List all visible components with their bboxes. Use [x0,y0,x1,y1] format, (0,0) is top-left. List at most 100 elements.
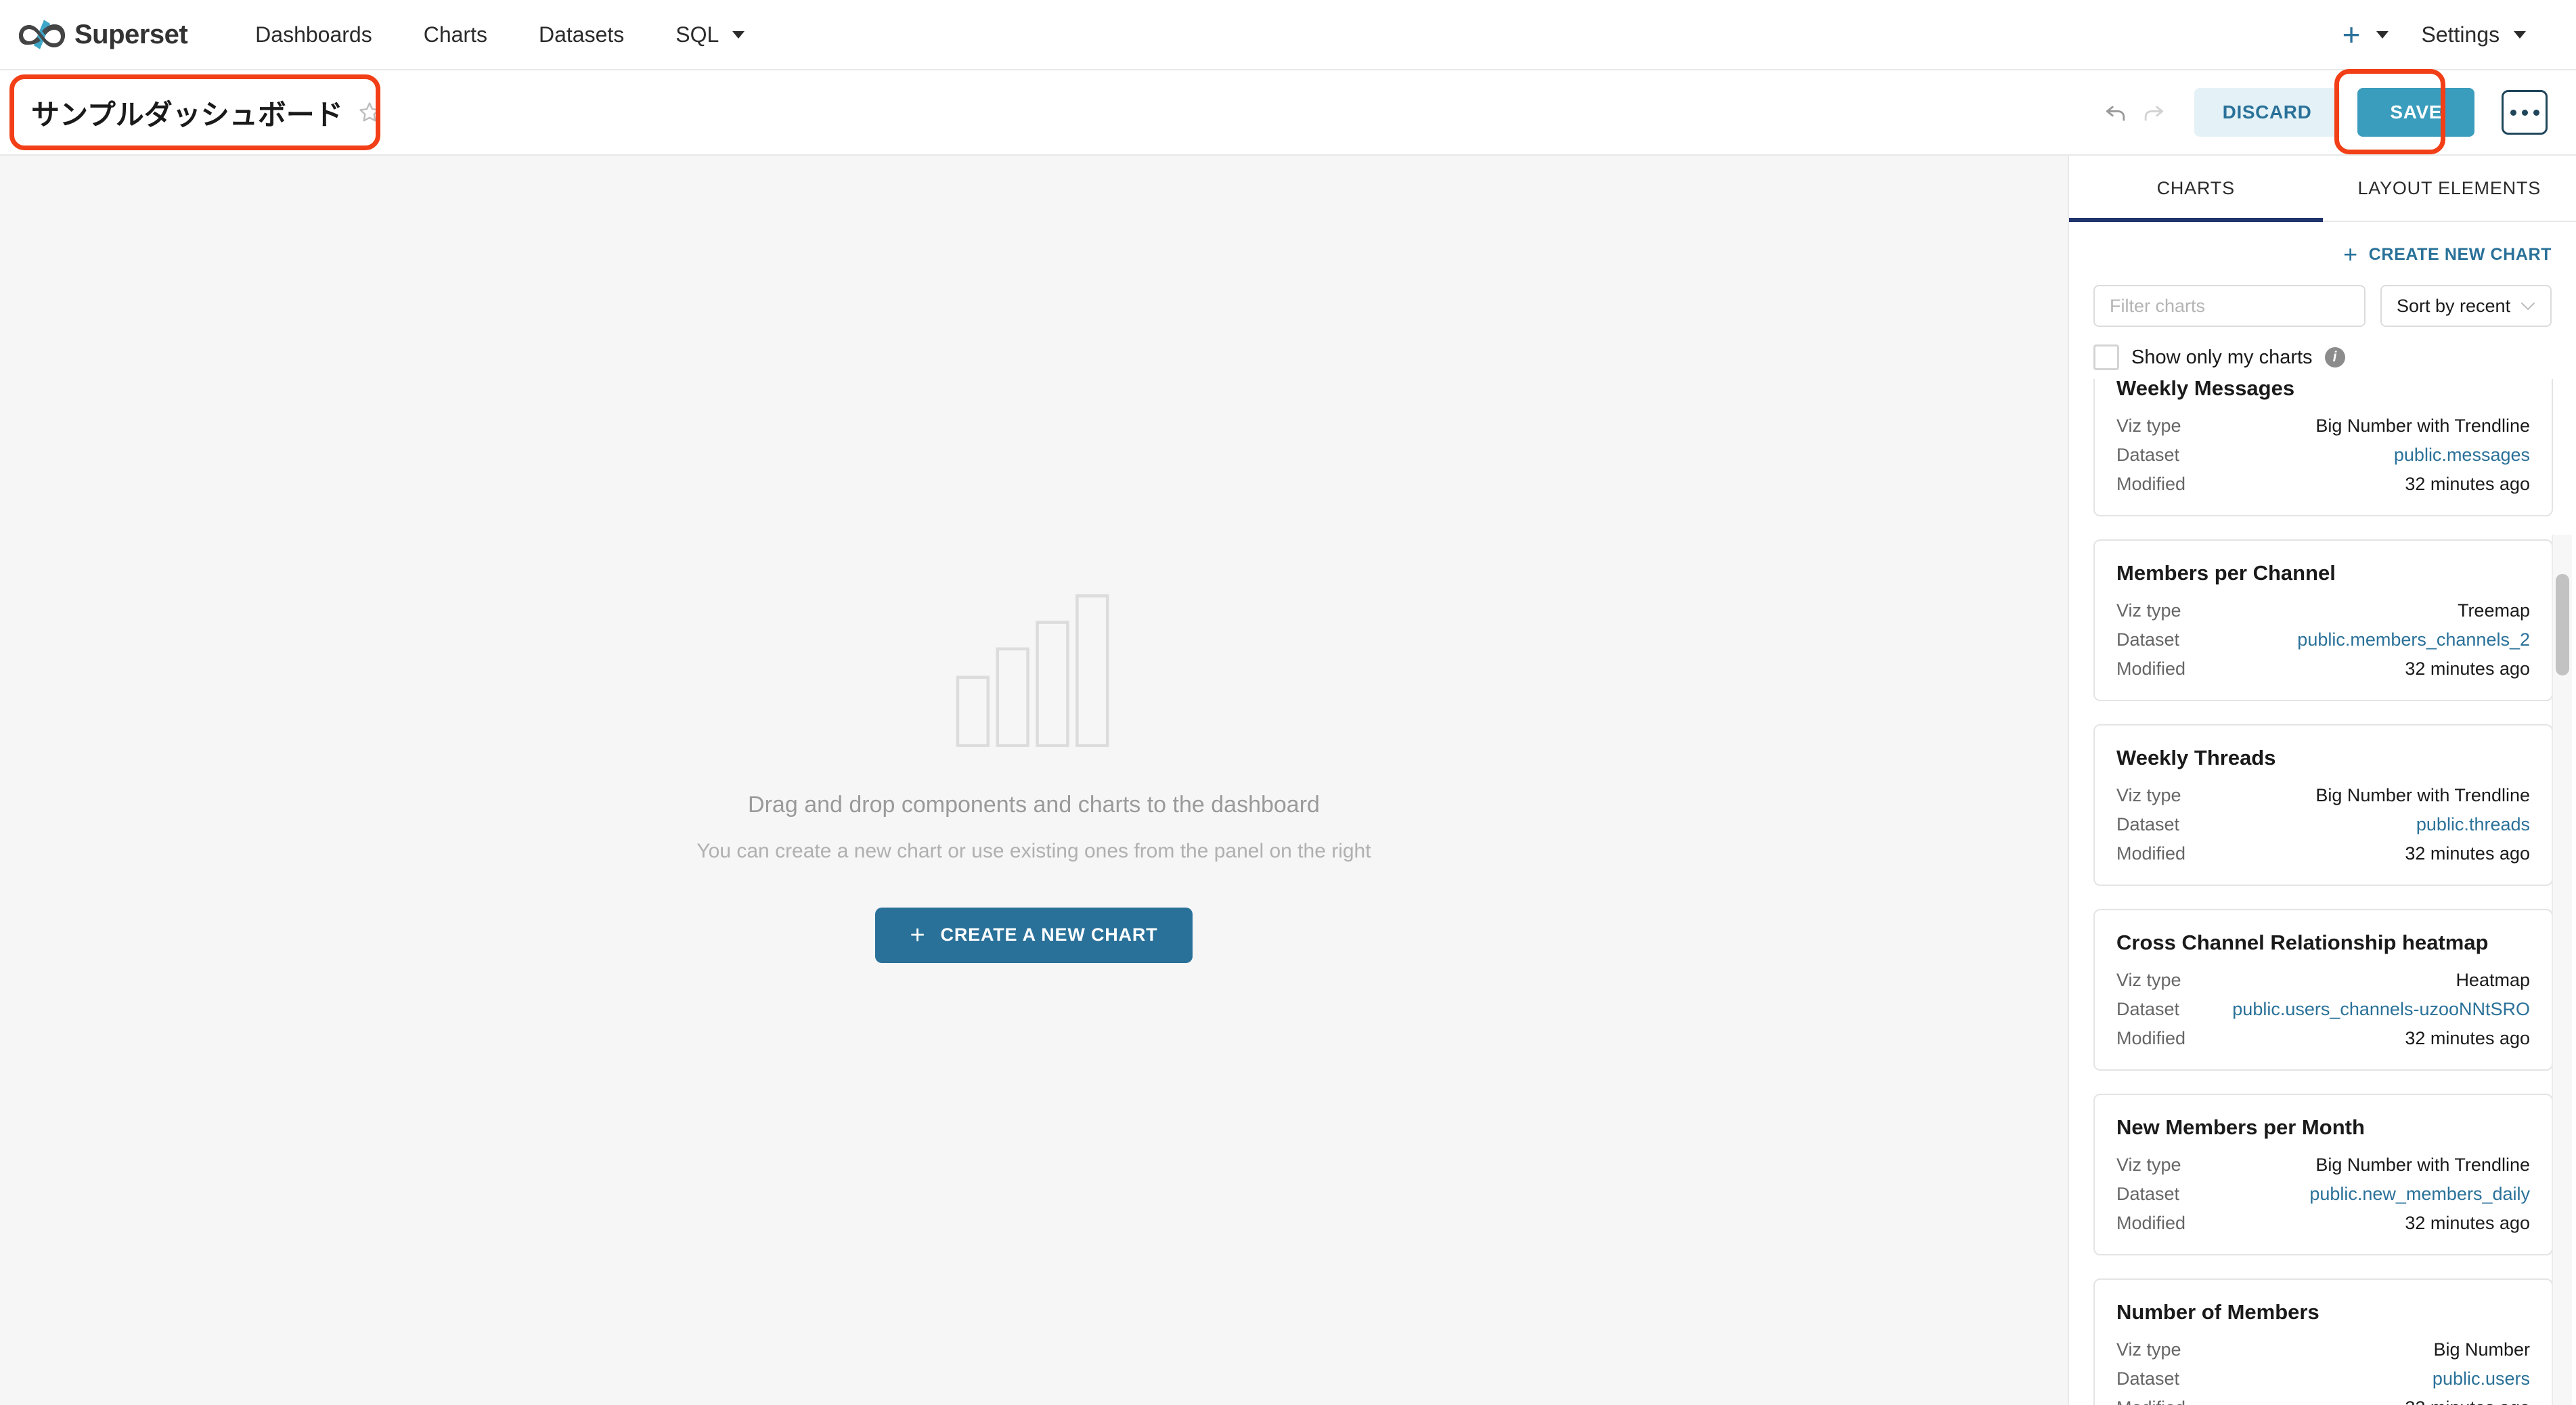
chart-card-list: Weekly Messages Viz type Big Number with T… [2093,379,2553,1405]
chart-card-dataset-link[interactable]: public.messages [2394,445,2530,466]
nav-right-group: + Settings [2328,19,2544,50]
sort-by-select[interactable]: Sort by recent [2380,285,2552,327]
save-button-wrapper: SAVE [2334,69,2474,154]
header-actions: DISCARD SAVE [2097,69,2548,154]
tab-layout-elements[interactable]: LAYOUT ELEMENTS [2323,156,2576,221]
dashboard-title-group: サンプルダッシュボード [31,92,381,133]
save-button[interactable]: SAVE [2357,88,2474,137]
chart-card-value: 32 minutes ago [2405,1398,2530,1405]
chevron-down-icon [2376,30,2389,39]
chart-card[interactable]: Cross Channel Relationship heatmap Viz ty… [2093,909,2553,1071]
chart-card-row: Modified 32 minutes ago [2116,1028,2530,1049]
chart-card-key: Dataset [2116,445,2180,465]
chevron-down-icon [2514,30,2526,39]
chart-card-row: Dataset public.members_channels_2 [2116,629,2530,650]
right-panel: CHARTS LAYOUT ELEMENTS + CREATE NEW CHAR… [2068,156,2576,1405]
chart-card-title: New Members per Month [2116,1115,2365,1139]
chart-card-row: Viz type Big Number with Trendline [2116,416,2530,437]
new-item-button[interactable]: + [2328,19,2404,50]
chart-card-key: Viz type [2116,416,2181,436]
chart-card-scroll-area[interactable]: Weekly Messages Viz type Big Number with T… [2069,379,2576,1405]
chevron-down-icon [732,30,745,39]
chart-card[interactable]: New Members per Month Viz type Big Number … [2093,1094,2553,1255]
chart-card-dataset-link[interactable]: public.members_channels_2 [2297,629,2530,650]
chart-card-dataset-link[interactable]: public.new_members_daily [2309,1184,2530,1205]
undo-button[interactable] [2097,93,2135,131]
redo-button[interactable] [2135,93,2173,131]
sort-by-label: Sort by recent [2397,295,2511,316]
chart-card-key: Dataset [2116,1184,2180,1204]
chart-card-row: Viz type Big Number [2116,1339,2530,1360]
chart-card-row: Modified 32 minutes ago [2116,1213,2530,1234]
create-new-chart-label: CREATE NEW CHART [2368,245,2552,264]
ellipsis-icon [2533,109,2539,116]
settings-label: Settings [2421,22,2500,47]
chart-card-value: 32 minutes ago [2405,474,2530,494]
nav-item-sql[interactable]: SQL [650,22,770,47]
nav-item-charts-label: Charts [423,22,487,47]
chart-card-title: Weekly Threads [2116,746,2276,770]
chart-card[interactable]: Members per Channel Viz type Treemap Datase… [2093,539,2553,701]
dashboard-header-bar: サンプルダッシュボード DISCARD SAVE [0,69,2576,156]
chart-card-value: 32 minutes ago [2405,843,2530,864]
chart-card-key: Viz type [2116,785,2181,805]
chart-card-title: Members per Channel [2116,561,2336,585]
empty-state: Drag and drop components and charts to t… [696,571,1371,963]
chart-card-value: Big Number [2433,1339,2530,1360]
nav-item-dashboards[interactable]: Dashboards [229,22,398,47]
nav-item-datasets[interactable]: Datasets [513,22,650,47]
chart-card-value: Heatmap [2456,970,2530,990]
ellipsis-icon [2521,109,2528,116]
chart-card-key: Dataset [2116,999,2180,1019]
chart-card-key: Dataset [2116,1368,2180,1389]
nav-item-charts[interactable]: Charts [398,22,513,47]
chart-card-dataset-link[interactable]: public.users_channels-uzooNNtSRO [2232,999,2530,1020]
chart-card-row: Viz type Heatmap [2116,970,2530,991]
chart-card[interactable]: Weekly Threads Viz type Big Number with Tr… [2093,724,2553,886]
more-options-button[interactable] [2502,90,2548,135]
empty-state-subtitle: You can create a new chart or use existi… [696,839,1371,862]
info-icon[interactable]: i [2324,347,2345,367]
undo-arrow-icon [2106,106,2125,121]
ellipsis-icon [2510,109,2516,116]
chart-card-value: 32 minutes ago [2405,1028,2530,1048]
chart-card-title: Number of Members [2116,1300,2319,1324]
chart-card-key: Viz type [2116,970,2181,990]
panel-scrollbar-thumb[interactable] [2556,574,2569,675]
nav-links: Dashboards Charts Datasets SQL [229,22,770,47]
chart-card-value: Treemap [2457,600,2530,621]
discard-button[interactable]: DISCARD [2194,88,2340,137]
nav-item-dashboards-label: Dashboards [255,22,372,47]
chart-card-dataset-link[interactable]: public.users [2433,1368,2530,1389]
nav-item-datasets-label: Datasets [538,22,625,47]
create-a-new-chart-button[interactable]: + CREATE A NEW CHART [874,907,1193,963]
create-new-chart-link[interactable]: + CREATE NEW CHART [2343,242,2552,267]
chart-card[interactable]: Weekly Messages Viz type Big Number with T… [2093,379,2553,516]
filter-charts-input[interactable] [2093,285,2366,327]
chart-card-row: Dataset public.new_members_daily [2116,1184,2530,1205]
chart-card-key: Dataset [2116,629,2180,650]
star-outline-icon[interactable] [358,101,381,124]
chart-card-row: Dataset public.users [2116,1368,2530,1389]
settings-menu-button[interactable]: Settings [2403,22,2544,47]
page-title[interactable]: サンプルダッシュボード [31,92,343,133]
plus-icon: + [910,920,926,950]
chart-card-value: 32 minutes ago [2405,659,2530,679]
brand[interactable]: Superset [19,19,188,50]
chart-card-dataset-link[interactable]: public.threads [2416,814,2530,835]
panel-actions: + CREATE NEW CHART [2069,222,2576,267]
chart-card-row: Dataset public.users_channels-uzooNNtSRO [2116,999,2530,1020]
show-only-my-charts-checkbox[interactable] [2093,344,2119,370]
chart-card-key: Dataset [2116,814,2180,834]
chart-card[interactable]: Number of Members Viz type Big Number Datas… [2093,1278,2553,1405]
chart-card-row: Viz type Big Number with Trendline [2116,1155,2530,1176]
chart-card-key: Modified [2116,1028,2186,1048]
tab-charts[interactable]: CHARTS [2069,156,2323,222]
chart-card-row: Dataset public.threads [2116,814,2530,835]
show-only-my-charts-row: Show only my charts i [2069,327,2576,370]
chart-card-key: Modified [2116,1213,2186,1233]
chart-card-key: Modified [2116,843,2186,864]
chart-card-value: Big Number with Trendline [2315,416,2530,436]
plus-icon: + [2342,17,2361,52]
dashboard-canvas[interactable]: Drag and drop components and charts to t… [0,156,2068,1405]
